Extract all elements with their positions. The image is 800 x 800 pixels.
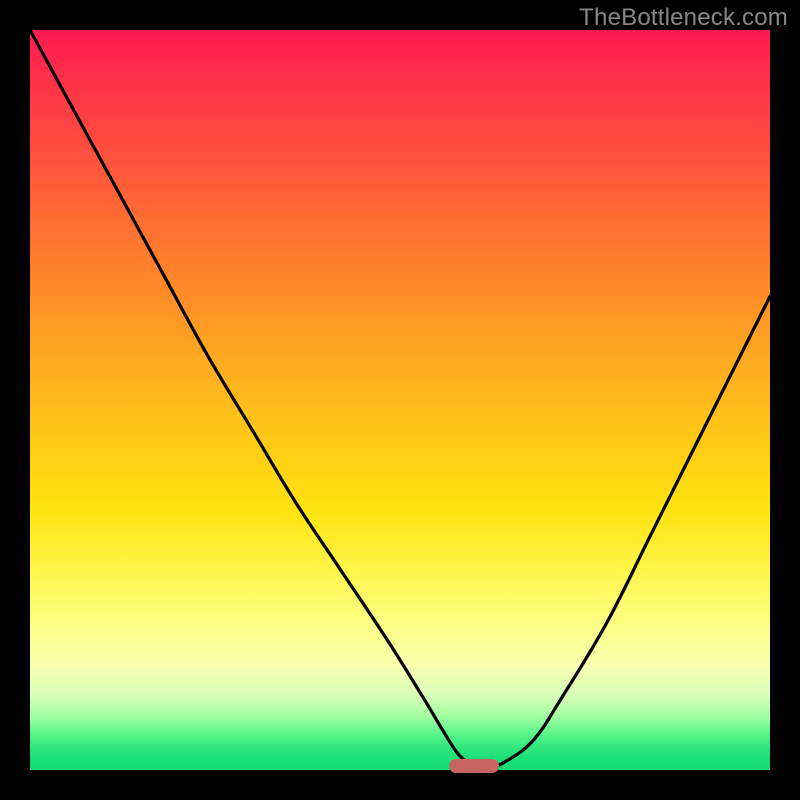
optimum-marker [449, 759, 499, 773]
curve-path [30, 30, 770, 767]
bottleneck-curve [30, 30, 770, 770]
plot-area [30, 30, 770, 770]
watermark-text: TheBottleneck.com [579, 4, 788, 32]
chart-frame: TheBottleneck.com [0, 0, 800, 800]
